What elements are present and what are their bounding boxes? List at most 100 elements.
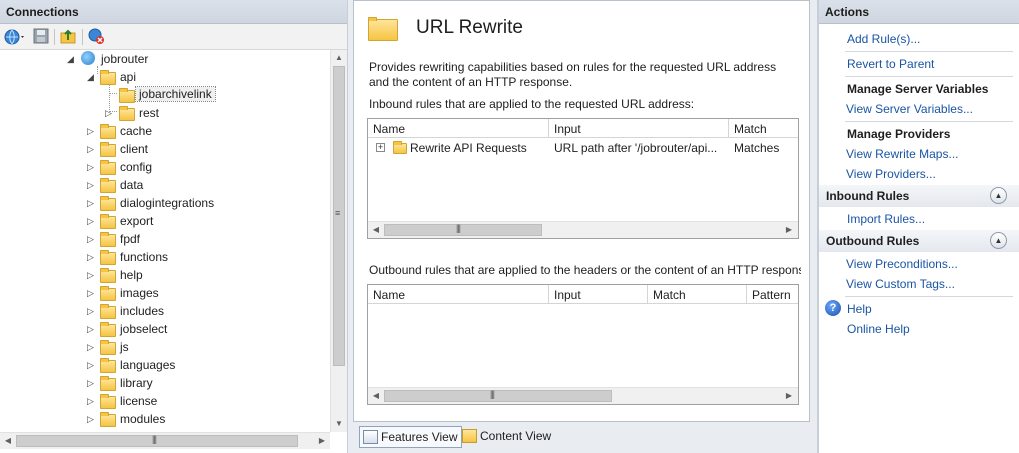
scroll-left-arrow-icon[interactable]: ◀ xyxy=(0,433,16,449)
scroll-thumb[interactable] xyxy=(384,390,612,402)
collapse-chevron-up-icon[interactable]: ▲ xyxy=(990,187,1007,204)
features-view-button[interactable]: Features View xyxy=(359,426,463,448)
tree-node-export[interactable]: ▷ export xyxy=(0,212,330,230)
collapse-arrow-icon[interactable]: ◢ xyxy=(67,53,77,65)
tree-vertical-scrollbar[interactable]: ▲ ≡ ▼ xyxy=(330,50,347,432)
expand-arrow-icon[interactable]: ▷ xyxy=(87,395,97,407)
expand-arrow-icon[interactable]: ▷ xyxy=(87,323,97,335)
tree-node-languages[interactable]: ▷ languages xyxy=(0,356,330,374)
scroll-left-arrow-icon[interactable]: ◀ xyxy=(368,222,384,238)
tree-node-cache[interactable]: ▷ cache xyxy=(0,122,330,140)
column-header-match[interactable]: Match xyxy=(729,119,798,138)
tree-node-license[interactable]: ▷ license xyxy=(0,392,330,410)
expand-arrow-icon[interactable]: ▷ xyxy=(87,269,97,281)
view-providers-link[interactable]: View Providers... xyxy=(846,167,936,181)
expand-arrow-icon[interactable]: ▷ xyxy=(87,287,97,299)
divider xyxy=(845,76,1013,77)
tree-node-config[interactable]: ▷ config xyxy=(0,158,330,176)
expand-arrow-icon[interactable]: ▷ xyxy=(87,233,97,245)
tree-node-label: includes xyxy=(120,304,165,318)
expand-arrow-icon[interactable]: ▷ xyxy=(87,305,97,317)
view-preconditions-link[interactable]: View Preconditions... xyxy=(846,257,958,271)
column-header-match[interactable]: Match xyxy=(648,285,747,304)
outbound-rules-grid[interactable]: Name Input Match Pattern ◀ ||| ▶ xyxy=(367,284,799,405)
expand-arrow-icon[interactable]: ▷ xyxy=(87,251,97,263)
expand-arrow-icon[interactable]: ▷ xyxy=(87,143,97,155)
tree-node-functions[interactable]: ▷ functions xyxy=(0,248,330,266)
scroll-right-arrow-icon[interactable]: ▶ xyxy=(781,388,797,404)
folder-icon xyxy=(393,141,407,154)
tree-node-client[interactable]: ▷ client xyxy=(0,140,330,158)
expand-arrow-icon[interactable]: ▷ xyxy=(87,359,97,371)
expand-arrow-icon[interactable]: ▷ xyxy=(87,215,97,227)
tree-node-label: functions xyxy=(120,250,169,264)
disconnect-icon[interactable] xyxy=(87,27,107,47)
tree-node-library[interactable]: ▷ library xyxy=(0,374,330,392)
tree-node-fpdf[interactable]: ▷ fpdf xyxy=(0,230,330,248)
inbound-rules-grid[interactable]: Name Input Match + Rewrite API Requests … xyxy=(367,118,799,239)
folder-icon xyxy=(100,196,116,211)
collapse-arrow-icon[interactable]: ◢ xyxy=(87,71,97,83)
view-server-variables-link[interactable]: View Server Variables... xyxy=(846,102,973,116)
column-header-name[interactable]: Name xyxy=(368,285,549,304)
scroll-left-arrow-icon[interactable]: ◀ xyxy=(368,388,384,404)
tree-node-api[interactable]: ◢ api xyxy=(0,68,330,86)
help-link[interactable]: Help xyxy=(847,302,872,316)
scroll-up-arrow-icon[interactable]: ▲ xyxy=(331,50,347,66)
expand-arrow-icon[interactable]: ▷ xyxy=(87,413,97,425)
column-header-pattern[interactable]: Pattern xyxy=(747,285,798,304)
tree-node-includes[interactable]: ▷ includes xyxy=(0,302,330,320)
tree-node-jobarchivelink[interactable]: jobarchivelink xyxy=(0,86,330,104)
tree-node-jobrouter[interactable]: ◢ jobrouter xyxy=(0,50,330,68)
folder-icon xyxy=(119,88,135,103)
pane-splitter[interactable] xyxy=(810,0,818,453)
expand-arrow-icon[interactable]: ▷ xyxy=(87,197,97,209)
revert-to-parent-link[interactable]: Revert to Parent xyxy=(847,57,934,71)
tree-node-label: images xyxy=(120,286,159,300)
inbound-horizontal-scrollbar[interactable]: ◀ ||| ▶ xyxy=(368,221,798,238)
expand-arrow-icon[interactable]: ▷ xyxy=(87,125,97,137)
tree-node-modules[interactable]: ▷ modules xyxy=(0,410,330,428)
tree-horizontal-scrollbar[interactable]: ◀ ||| ▶ xyxy=(0,432,330,449)
divider xyxy=(845,121,1013,122)
folder-icon xyxy=(100,286,116,301)
connect-globe-icon[interactable] xyxy=(3,27,24,47)
column-header-input[interactable]: Input xyxy=(549,285,648,304)
content-view-button[interactable]: Content View xyxy=(459,426,555,448)
tree-node-data[interactable]: ▷ data xyxy=(0,176,330,194)
expand-arrow-icon[interactable]: ▷ xyxy=(87,341,97,353)
expand-arrow-icon[interactable]: ▷ xyxy=(87,377,97,389)
outbound-horizontal-scrollbar[interactable]: ◀ ||| ▶ xyxy=(368,387,798,404)
folder-icon xyxy=(100,412,116,427)
scroll-thumb[interactable] xyxy=(16,435,298,447)
online-help-link[interactable]: Online Help xyxy=(847,322,910,336)
expand-plus-icon[interactable]: + xyxy=(376,143,385,152)
tree-node-label: dialogintegrations xyxy=(120,196,215,210)
scroll-thumb[interactable] xyxy=(384,224,542,236)
tree-node-dialogintegrations[interactable]: ▷ dialogintegrations xyxy=(0,194,330,212)
view-rewrite-maps-link[interactable]: View Rewrite Maps... xyxy=(846,147,958,161)
view-custom-tags-link[interactable]: View Custom Tags... xyxy=(846,277,955,291)
grid-header: Name Input Match Pattern xyxy=(368,285,798,304)
column-header-name[interactable]: Name xyxy=(368,119,549,138)
tree-node-help[interactable]: ▷ help xyxy=(0,266,330,284)
scroll-right-arrow-icon[interactable]: ▶ xyxy=(314,433,330,449)
tree-node-jobselect[interactable]: ▷ jobselect xyxy=(0,320,330,338)
up-folder-icon[interactable] xyxy=(59,27,79,47)
tree-node-js[interactable]: ▷ js xyxy=(0,338,330,356)
tree-node-images[interactable]: ▷ images xyxy=(0,284,330,302)
import-rules-link[interactable]: Import Rules... xyxy=(847,212,925,226)
expand-arrow-icon[interactable]: ▷ xyxy=(105,107,115,119)
expand-arrow-icon[interactable]: ▷ xyxy=(87,161,97,173)
features-view-icon xyxy=(363,430,378,444)
tree-node-label: export xyxy=(120,214,154,228)
expand-arrow-icon[interactable]: ▷ xyxy=(87,179,97,191)
tree-node-rest[interactable]: ▷ rest xyxy=(0,104,330,122)
scroll-right-arrow-icon[interactable]: ▶ xyxy=(781,222,797,238)
table-row[interactable]: + Rewrite API Requests URL path after '/… xyxy=(368,139,798,157)
column-header-input[interactable]: Input xyxy=(549,119,729,138)
scroll-down-arrow-icon[interactable]: ▼ xyxy=(331,416,347,432)
collapse-chevron-up-icon[interactable]: ▲ xyxy=(990,232,1007,249)
save-icon[interactable] xyxy=(32,27,52,47)
add-rules-link[interactable]: Add Rule(s)... xyxy=(847,32,920,46)
